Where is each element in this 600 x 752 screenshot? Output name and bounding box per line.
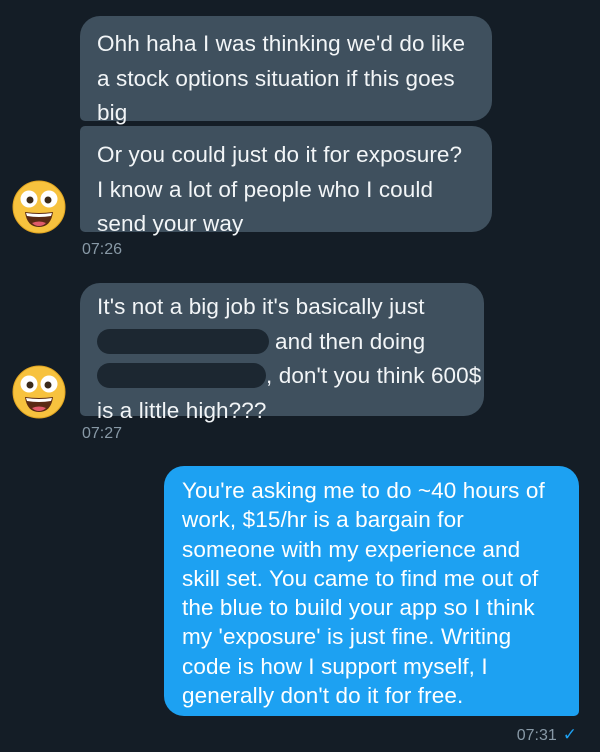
message-text-line: work, $15/hr is a bargain for [182, 507, 464, 533]
message-text-line: code is how I support myself, I [182, 653, 488, 679]
message-text-line: I know a lot of people who I could [97, 176, 434, 202]
redacted-text-block [97, 328, 269, 354]
message-text-line: and then doing [97, 325, 484, 360]
grinning-face-emoji-icon [12, 365, 66, 419]
grinning-face-emoji-icon [12, 180, 66, 234]
message-text-line: is a little high??? [97, 397, 267, 423]
message-text-line: Or you could just do it for exposure? [97, 142, 463, 167]
incoming-message-bubble[interactable]: Ohh haha I was thinking we'd do like a s… [80, 16, 492, 125]
incoming-message-bubble[interactable]: It's not a big job it's basically just a… [80, 283, 484, 423]
message-timestamp: 07:31 [516, 727, 557, 744]
message-text-line: You're asking me to do ~40 hours of [182, 478, 545, 503]
message-text-fragment: and then doing [275, 328, 426, 354]
outgoing-message-bubble[interactable]: You're asking me to do ~40 hours of work… [164, 466, 579, 716]
sender-avatar[interactable] [12, 180, 66, 234]
message-status: 07:31 ✓ [517, 725, 577, 745]
checkmark-icon: ✓ [562, 725, 577, 744]
message-text-line: a stock options situation if this goes [97, 65, 455, 91]
message-timestamp: 07:27 [82, 425, 123, 442]
message-text-line: skill set. You came to find me out of [182, 565, 539, 591]
message-text-line: my 'exposure' is just fine. Writing [182, 624, 512, 650]
message-text-line: send your way [97, 211, 244, 236]
redacted-text-block [97, 363, 266, 388]
incoming-message-bubble[interactable]: Or you could just do it for exposure? I … [80, 126, 492, 236]
message-text-line: Ohh haha I was thinking we'd do like [97, 31, 466, 56]
message-text-fragment: , don't you think 600$ [266, 363, 482, 388]
message-text-line: It's not a big job it's basically just [97, 294, 425, 319]
sender-avatar[interactable] [12, 365, 66, 419]
message-text-line: the blue to build your app so I think [182, 595, 535, 621]
message-text-line: , don't you think 600$ [97, 359, 484, 394]
message-text-line: someone with my experience and [182, 536, 521, 562]
message-text-line: generally don't do it for free. [182, 683, 464, 709]
message-timestamp: 07:26 [82, 241, 123, 258]
